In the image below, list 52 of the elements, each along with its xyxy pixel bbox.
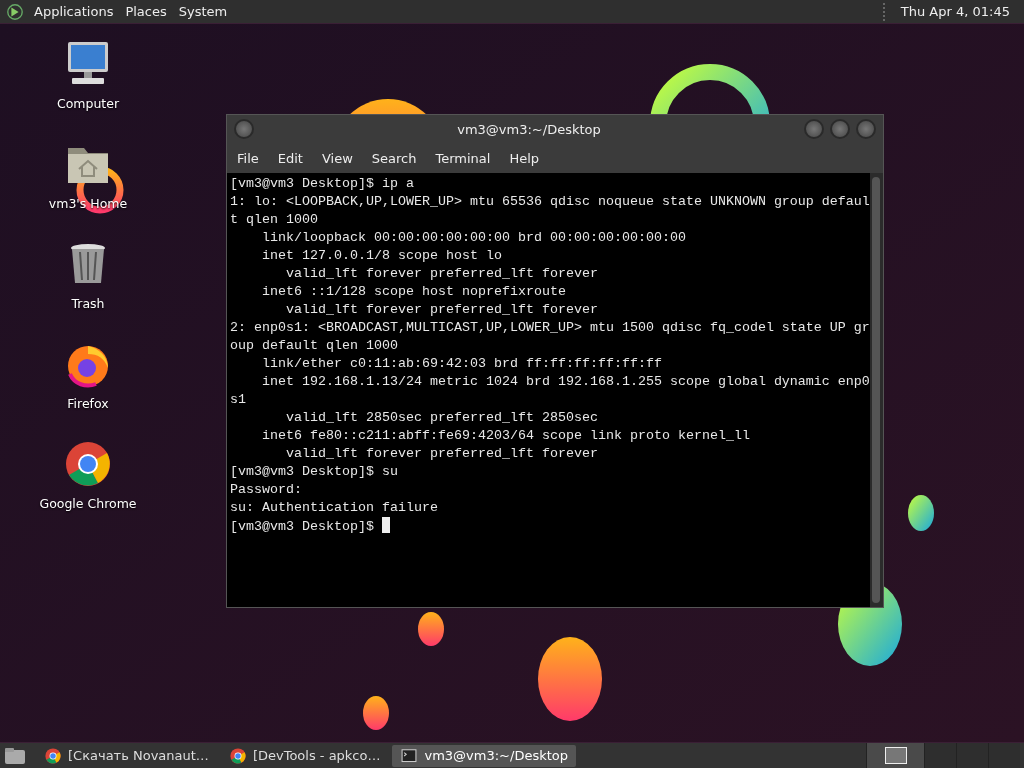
terminal-line: inet6 fe80::c211:abff:fe69:4203/64 scope link proto kernel_ll bbox=[261, 428, 750, 443]
terminal-line: 2: enp0s1: <BROADCAST,MULTICAST,UP,LOWER_UP> mtu 1500 qdisc fq_codel state UP gr bbox=[230, 320, 870, 335]
workspace-switcher[interactable] bbox=[866, 742, 924, 768]
show-desktop-icon[interactable] bbox=[4, 746, 26, 765]
menu-item[interactable]: Terminal bbox=[428, 150, 501, 166]
desktop-icon-label[interactable]: Computer bbox=[56, 96, 120, 111]
maximize-button[interactable] bbox=[830, 119, 850, 139]
terminal-line: Password: bbox=[230, 482, 302, 497]
window-title: vm3@vm3:~/Desktop bbox=[456, 121, 602, 137]
terminal-line: valid_lft 2850sec preferred_lft 2850sec bbox=[285, 410, 598, 425]
taskbar-button[interactable]: vm3@vm3:~/Desktop bbox=[392, 744, 576, 767]
scrollbar[interactable] bbox=[869, 173, 883, 607]
menu-item[interactable]: Search bbox=[364, 150, 427, 166]
close-button[interactable] bbox=[856, 119, 876, 139]
menu-item[interactable]: Edit bbox=[270, 150, 313, 166]
menu-item[interactable]: File bbox=[230, 150, 269, 166]
chrome-icon bbox=[228, 746, 247, 765]
workspace-switcher[interactable] bbox=[924, 742, 956, 768]
workspace-switcher[interactable] bbox=[956, 742, 988, 768]
menu-item[interactable]: Help bbox=[502, 150, 550, 166]
terminal-line: valid_lft forever preferred_lft forever bbox=[285, 446, 598, 461]
terminal-line: inet 192.168.1.13/24 metric 1024 brd 192.168.1.255 scope global dynamic enp0 bbox=[261, 374, 870, 389]
panel-menu[interactable]: System bbox=[172, 4, 234, 19]
terminal-line: oup default qlen 1000 bbox=[230, 338, 398, 353]
terminal-line: valid_lft forever preferred_lft forever bbox=[285, 266, 598, 281]
terminal-icon bbox=[400, 746, 419, 765]
terminal-line: [vm3@vm3 Desktop]$ su bbox=[230, 464, 398, 479]
minimize-button[interactable] bbox=[804, 119, 824, 139]
taskbar-button[interactable]: [DevTools - apkco… bbox=[220, 744, 389, 767]
terminal-line: link/loopback 00:00:00:00:00:00 brd 00:00:00:00:00:00 bbox=[261, 230, 686, 245]
terminal-line: [vm3@vm3 Desktop]$ ip a bbox=[230, 176, 414, 191]
desktop-icon-label[interactable]: Firefox bbox=[67, 396, 109, 411]
terminal-line: 1: lo: <LOOPBACK,UP,LOWER_UP> mtu 65536 qdisc noqueue state UNKNOWN group defaul bbox=[230, 194, 870, 209]
chrome-icon bbox=[44, 746, 62, 765]
terminal-line: s1 bbox=[230, 392, 246, 407]
terminal-line: inet6 ::1/128 scope host noprefixroute bbox=[261, 284, 566, 299]
desktop-icon-label[interactable]: Google Chrome bbox=[39, 496, 137, 511]
terminal-line: t qlen 1000 bbox=[230, 212, 318, 227]
panel-menu[interactable]: Places bbox=[119, 4, 173, 19]
menu-logo-icon bbox=[6, 2, 24, 21]
terminal-line: valid_lft forever preferred_lft forever bbox=[285, 302, 598, 317]
menu-item[interactable]: View bbox=[314, 150, 363, 166]
taskbar-button[interactable]: [Скачать Novanaut… bbox=[36, 744, 217, 767]
terminal-line: su: Authentication failure bbox=[230, 500, 438, 515]
window-menu-button[interactable] bbox=[234, 119, 254, 139]
terminal-line: inet 127.0.0.1/8 scope host lo bbox=[261, 248, 502, 263]
terminal-line: link/ether c0:11:ab:69:42:03 brd ff:ff:ff:ff:ff:ff bbox=[261, 356, 662, 371]
clock[interactable]: Thu Apr 4, 01:45 bbox=[894, 4, 1016, 19]
panel-menu[interactable]: Applications bbox=[28, 4, 120, 19]
terminal-line: [vm3@vm3 Desktop]$ bbox=[230, 519, 375, 534]
workspace-switcher[interactable] bbox=[988, 742, 1020, 768]
desktop-icon-label[interactable]: Trash bbox=[71, 296, 105, 311]
